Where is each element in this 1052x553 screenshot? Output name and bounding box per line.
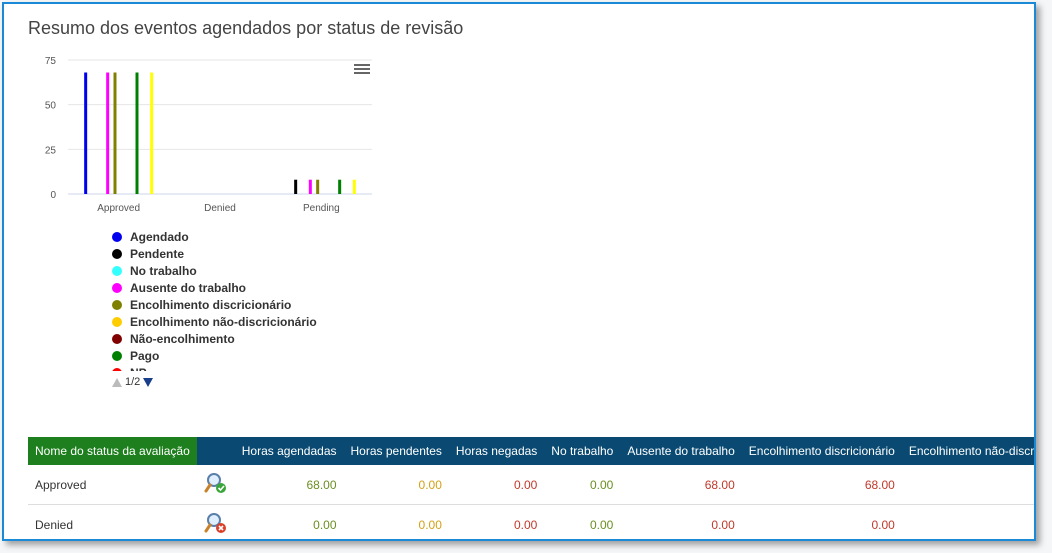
legend-dot-icon bbox=[112, 282, 122, 293]
legend-pager: 1/2 bbox=[112, 376, 154, 388]
chart-canvas: 0 25 50 75 Approved Denied Pending bbox=[45, 56, 372, 214]
approved-search-icon[interactable] bbox=[204, 471, 228, 495]
legend-label: Encolhimento discricionário bbox=[130, 297, 292, 312]
legend-label: Ausente do trabalho bbox=[130, 280, 247, 295]
bar bbox=[316, 179, 320, 194]
legend-label: Não-encolhimento bbox=[130, 331, 235, 346]
x-tick-label: Pending bbox=[303, 203, 340, 214]
y-tick-label: 0 bbox=[50, 190, 56, 201]
column-header[interactable]: Horas negadas bbox=[448, 437, 545, 465]
legend-dot-icon bbox=[112, 265, 122, 276]
status-table: Nome do status da avaliação Horas agendad… bbox=[28, 437, 1034, 539]
legend-item[interactable]: Encolhimento discricionário bbox=[112, 296, 372, 313]
column-header[interactable]: Horas agendadas bbox=[234, 437, 344, 465]
column-header[interactable] bbox=[196, 437, 235, 465]
bar bbox=[352, 179, 356, 194]
denied-search-icon[interactable] bbox=[204, 511, 228, 535]
legend-label: Encolhimento não-discricionário bbox=[130, 314, 317, 329]
y-tick-label: 25 bbox=[45, 145, 57, 156]
legend-page-up-icon[interactable] bbox=[112, 377, 122, 387]
legend-item[interactable]: NP bbox=[112, 364, 372, 371]
value-cell: 0.00 bbox=[620, 504, 742, 539]
value-cell bbox=[901, 465, 1034, 505]
legend-item[interactable]: Pendente bbox=[112, 245, 372, 262]
chart-menu-icon[interactable] bbox=[354, 62, 370, 76]
column-header[interactable]: Nome do status da avaliação bbox=[28, 437, 197, 465]
legend-item[interactable]: Ausente do trabalho bbox=[112, 279, 372, 296]
value-cell: 0.00 bbox=[448, 504, 545, 539]
bar bbox=[294, 179, 298, 194]
bar bbox=[338, 179, 342, 194]
legend-dot-icon bbox=[112, 231, 122, 242]
legend-item[interactable]: Não-encolhimento bbox=[112, 330, 372, 347]
legend-label: Pago bbox=[130, 348, 160, 363]
table-header-row: Nome do status da avaliação Horas agendad… bbox=[28, 437, 1034, 465]
value-cell: 0.00 bbox=[544, 504, 621, 539]
status-name-cell: Denied bbox=[28, 504, 197, 539]
legend-item[interactable]: Encolhimento não-discricionário bbox=[112, 313, 372, 330]
value-cell: 0.00 bbox=[343, 465, 449, 505]
report-panel: Resumo dos eventos agendados por status … bbox=[2, 2, 1036, 541]
column-header[interactable]: No trabalho bbox=[544, 437, 621, 465]
legend-dot-icon bbox=[112, 350, 122, 361]
value-cell: 0.00 bbox=[544, 465, 621, 505]
bar bbox=[150, 72, 154, 194]
status-name-cell: Approved bbox=[28, 465, 197, 505]
legend-page-label: 1/2 bbox=[125, 376, 141, 388]
value-cell: 68.00 bbox=[234, 465, 344, 505]
value-cell: 0.00 bbox=[448, 465, 545, 505]
page-title: Resumo dos eventos agendados por status … bbox=[28, 18, 464, 38]
bar-chart: 0 25 50 75 Approved Denied Pending bbox=[28, 48, 388, 238]
bar bbox=[135, 72, 139, 194]
legend-dot-icon bbox=[112, 333, 122, 344]
column-header[interactable]: Encolhimento discricionário bbox=[741, 437, 902, 465]
value-cell: 0.00 bbox=[343, 504, 449, 539]
bar bbox=[113, 72, 117, 194]
table-row: Approved 68.00 0.00 0.00 0.00 68.00 68.00 bbox=[28, 465, 1034, 505]
legend-label: No trabalho bbox=[130, 263, 197, 278]
legend-label: Agendado bbox=[130, 229, 189, 244]
legend-label: Pendente bbox=[130, 246, 185, 261]
legend-dot-icon bbox=[112, 299, 122, 310]
legend-dot-icon bbox=[112, 367, 122, 371]
y-tick-label: 75 bbox=[45, 56, 57, 67]
x-tick-label: Approved bbox=[97, 203, 140, 214]
bar bbox=[84, 72, 88, 194]
legend-dot-icon bbox=[112, 316, 122, 327]
column-header[interactable]: Ausente do trabalho bbox=[620, 437, 742, 465]
legend-item[interactable]: Agendado bbox=[112, 228, 372, 245]
value-cell bbox=[901, 504, 1034, 539]
legend-page-down-icon[interactable] bbox=[143, 377, 154, 387]
y-tick-label: 50 bbox=[45, 101, 57, 112]
column-header[interactable]: Horas pendentes bbox=[343, 437, 449, 465]
value-cell: 68.00 bbox=[620, 465, 742, 505]
view-details-cell bbox=[196, 465, 235, 505]
chart-legend: Agendado Pendente No trabalho Ausente do tr… bbox=[112, 228, 372, 371]
value-cell: 68.00 bbox=[741, 465, 902, 505]
column-header[interactable]: Encolhimento não-discricionário bbox=[901, 437, 1034, 465]
view-details-cell bbox=[196, 504, 235, 539]
value-cell: 0.00 bbox=[741, 504, 902, 539]
legend-dot-icon bbox=[112, 248, 122, 259]
legend-item[interactable]: Pago bbox=[112, 347, 372, 364]
legend-label: NP bbox=[130, 366, 147, 372]
legend-item[interactable]: No trabalho bbox=[112, 262, 372, 279]
value-cell: 0.00 bbox=[234, 504, 344, 539]
bar bbox=[308, 179, 312, 194]
x-tick-label: Denied bbox=[204, 203, 236, 214]
table-row: Denied 0.00 0.00 0.00 0.00 0.00 0.00 bbox=[28, 504, 1034, 539]
bar bbox=[106, 72, 110, 194]
